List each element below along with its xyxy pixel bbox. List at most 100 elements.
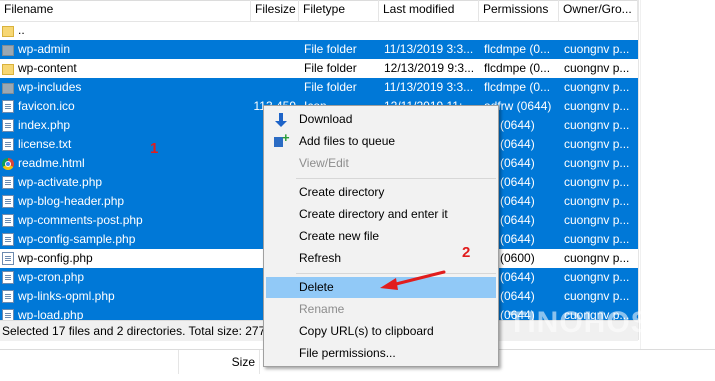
cell-perms: flcdmpe (0... bbox=[484, 42, 551, 56]
menu-item-label: Download bbox=[299, 112, 353, 126]
menu-item-label: Delete bbox=[299, 280, 334, 294]
file-icon bbox=[2, 290, 14, 303]
cell-name: wp-links-opml.php bbox=[18, 289, 115, 303]
cell-size bbox=[252, 40, 296, 59]
column-owner-group[interactable]: Owner/Gro... bbox=[559, 0, 638, 21]
column-size[interactable]: Size bbox=[178, 350, 260, 374]
status-text: Selected 17 files and 2 directories. Tot… bbox=[2, 324, 282, 338]
cell-owner: cuongnv p... bbox=[564, 232, 630, 246]
cell-name: wp-admin bbox=[18, 42, 71, 56]
column-last-modified[interactable]: Last modified bbox=[379, 0, 479, 21]
menu-item-label: Copy URL(s) to clipboard bbox=[299, 324, 434, 338]
cell-owner: cuongnv p... bbox=[564, 61, 630, 75]
cell-type: File folder bbox=[304, 80, 357, 94]
cell-modified: 11/13/2019 3:3... bbox=[384, 80, 474, 94]
cell-modified: 11/13/2019 3:3... bbox=[384, 42, 474, 56]
menu-item-add-to-queue[interactable]: + Add files to queue bbox=[266, 131, 496, 152]
cell-modified bbox=[384, 21, 478, 40]
cell-type bbox=[304, 21, 378, 40]
menu-item-copy-url[interactable]: Copy URL(s) to clipboard bbox=[266, 321, 496, 342]
menu-item-rename[interactable]: Rename bbox=[266, 299, 496, 320]
cell-name: wp-includes bbox=[18, 80, 82, 94]
cell-owner: cuongnv p... bbox=[564, 80, 630, 94]
cell-size bbox=[252, 59, 296, 78]
right-pane bbox=[640, 0, 715, 349]
cell-name: readme.html bbox=[18, 156, 85, 170]
menu-item-label: View/Edit bbox=[299, 156, 349, 170]
menu-item-label: File permissions... bbox=[299, 346, 396, 360]
folder-icon bbox=[2, 26, 14, 37]
menu-item-label: Add files to queue bbox=[299, 134, 396, 148]
folder-icon bbox=[2, 83, 14, 94]
table-row[interactable]: wp-includes File folder 11/13/2019 3:3... f… bbox=[0, 78, 638, 97]
cell-name: favicon.ico bbox=[18, 99, 75, 113]
annotation-step-2: 2 bbox=[462, 244, 471, 261]
cell-name: wp-comments-post.php bbox=[18, 213, 143, 227]
menu-item-download[interactable]: Download bbox=[266, 109, 496, 130]
cell-name: .. bbox=[18, 23, 25, 37]
cell-name: wp-config.php bbox=[18, 251, 93, 265]
cell-type: File folder bbox=[304, 61, 357, 75]
annotation-arrow-icon bbox=[380, 270, 446, 290]
cell-name: wp-activate.php bbox=[18, 175, 103, 189]
download-icon bbox=[274, 112, 290, 128]
file-list-header: Filename Filesize Filetype Last modified… bbox=[0, 0, 638, 22]
cell-perms: flcdmpe (0... bbox=[484, 61, 551, 75]
cell-owner: cuongnv p... bbox=[564, 175, 630, 189]
annotation-step-1: 1 bbox=[150, 140, 159, 157]
column-filetype[interactable]: Filetype bbox=[299, 0, 379, 21]
cell-modified: 12/13/2019 9:3... bbox=[384, 61, 475, 75]
cell-owner: cuongnv p... bbox=[564, 118, 630, 132]
file-icon bbox=[2, 138, 14, 151]
menu-item-create-directory[interactable]: Create directory bbox=[266, 182, 496, 203]
file-icon bbox=[2, 252, 14, 265]
cell-owner: cuongnv p... bbox=[564, 251, 630, 265]
column-filesize[interactable]: Filesize bbox=[251, 0, 299, 21]
cell-size bbox=[252, 78, 296, 97]
table-row[interactable]: wp-content File folder 12/13/2019 9:3... fl… bbox=[0, 59, 638, 78]
cell-owner: cuongnv p... bbox=[564, 289, 630, 303]
cell-name: index.php bbox=[18, 118, 71, 132]
folder-icon bbox=[2, 64, 14, 75]
file-icon bbox=[2, 100, 14, 113]
cell-perms: flcdmpe (0... bbox=[484, 80, 551, 94]
menu-item-label: Rename bbox=[299, 302, 345, 316]
cell-owner: cuongnv p... bbox=[564, 270, 630, 284]
menu-item-view-edit[interactable]: View/Edit bbox=[266, 153, 496, 174]
column-permissions[interactable]: Permissions bbox=[479, 0, 559, 21]
cell-owner bbox=[564, 21, 636, 40]
menu-item-label: Create new file bbox=[299, 229, 380, 243]
cell-name: wp-cron.php bbox=[18, 270, 85, 284]
cell-type: File folder bbox=[304, 42, 357, 56]
menu-separator bbox=[296, 178, 496, 179]
cell-owner: cuongnv p... bbox=[564, 156, 630, 170]
file-icon bbox=[2, 233, 14, 246]
cell-size bbox=[252, 21, 296, 40]
menu-item-create-directory-enter[interactable]: Create directory and enter it bbox=[266, 204, 496, 225]
file-icon bbox=[2, 195, 14, 208]
cell-owner: cuongnv p... bbox=[564, 213, 630, 227]
cell-owner: cuongnv p... bbox=[564, 42, 630, 56]
column-divider bbox=[638, 0, 639, 340]
menu-item-label: Refresh bbox=[299, 251, 342, 265]
cell-owner: cuongnv p... bbox=[564, 194, 630, 208]
context-menu: Download + Add files to queue View/Edit … bbox=[263, 105, 499, 367]
watermark: TINOHOST bbox=[508, 306, 671, 339]
file-icon bbox=[2, 271, 14, 284]
cell-owner: cuongnv p... bbox=[564, 99, 630, 113]
file-icon bbox=[2, 176, 14, 189]
menu-item-label: Create directory bbox=[299, 185, 385, 199]
column-filename[interactable]: Filename bbox=[0, 0, 251, 21]
parent-directory-row[interactable]: .. bbox=[0, 21, 638, 40]
cell-name: wp-content bbox=[18, 61, 77, 75]
cell-name: license.txt bbox=[18, 137, 72, 151]
menu-item-label: Create directory and enter it bbox=[299, 207, 448, 221]
add-queue-icon: + bbox=[274, 131, 290, 150]
table-row[interactable]: wp-admin File folder 11/13/2019 3:3... flcd… bbox=[0, 40, 638, 59]
chrome-icon bbox=[2, 158, 14, 170]
menu-item-file-permissions[interactable]: File permissions... bbox=[266, 343, 496, 364]
folder-icon bbox=[2, 45, 14, 56]
file-icon bbox=[2, 119, 14, 132]
cell-owner: cuongnv p... bbox=[564, 137, 630, 151]
cell-perms bbox=[484, 21, 558, 40]
